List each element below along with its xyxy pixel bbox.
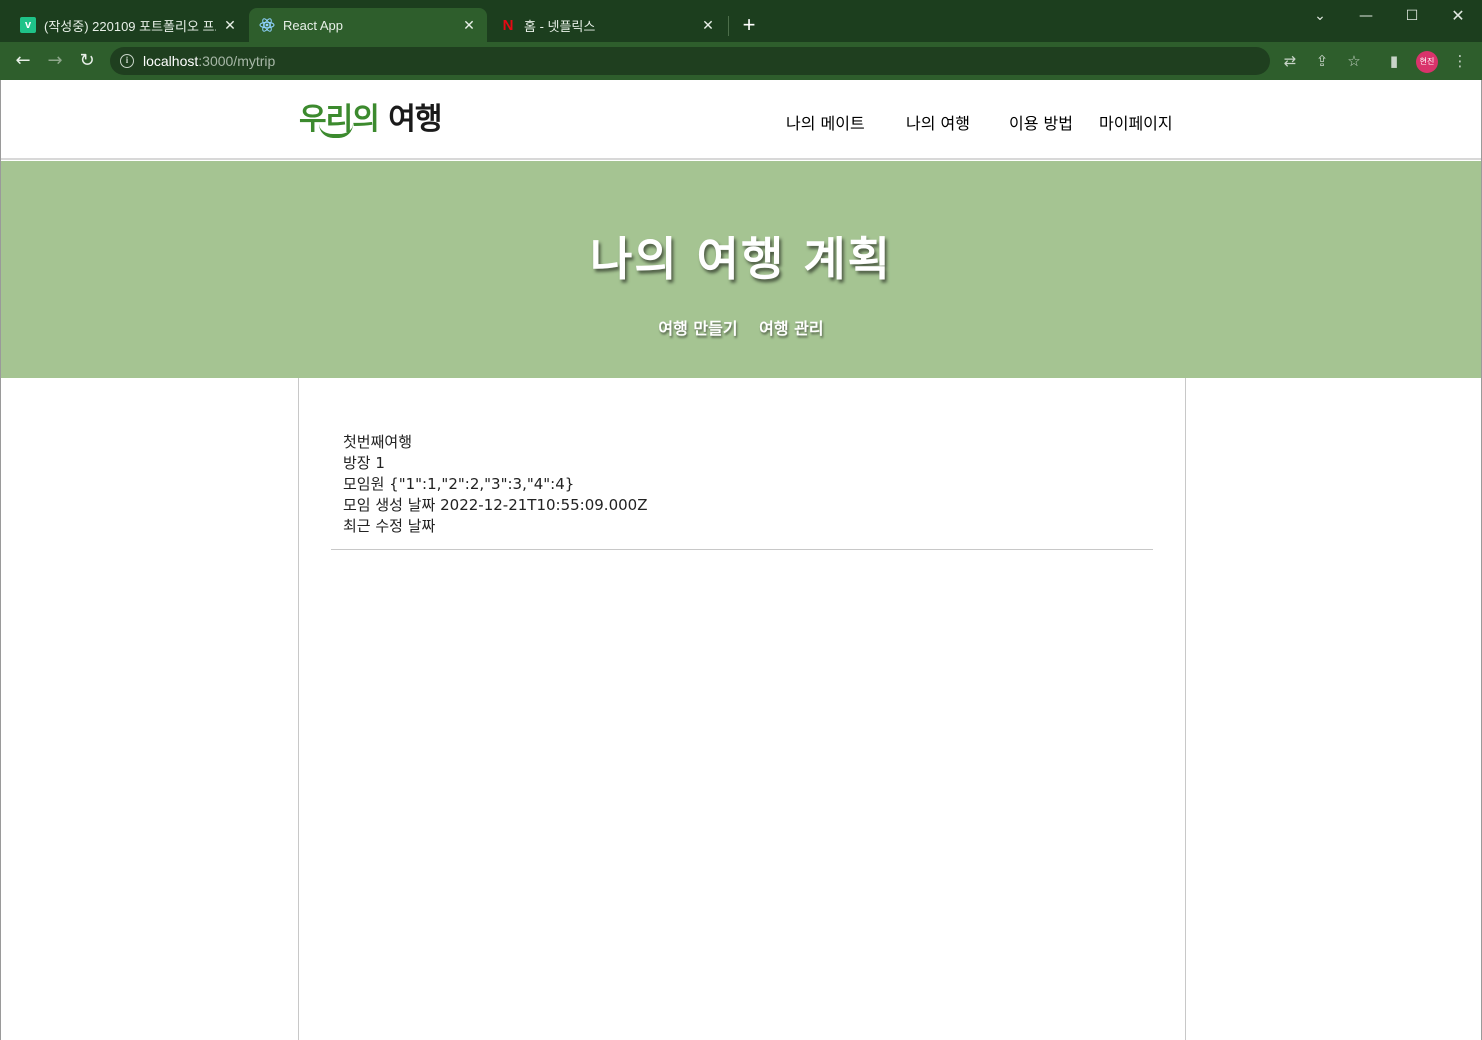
site-info-icon[interactable]: i [120,54,134,68]
site-header: 우리의 여행 나의 메이트 나의 여행 이용 방법 마이페이지 [1,80,1481,160]
url-host: localhost [143,53,199,69]
nav-my-mate[interactable]: 나의 메이트 [786,110,865,134]
url-path: :3000/mytrip [198,53,276,69]
tab-react-app[interactable]: React App ✕ [249,8,487,42]
minimize-button[interactable]: — [1346,4,1386,28]
tab-title: (작성중) 220109 포트폴리오 프로 [44,18,216,34]
translate-icon[interactable]: ⇄ [1280,51,1300,71]
tab-netflix[interactable]: N 홈 - 넷플릭스 ✕ [490,8,726,42]
trip-updated-date: 최근 수정 날짜 [343,517,436,535]
tab-title: 홈 - 넷플릭스 [524,18,596,34]
hero-banner: 나의 여행 계획 여행 만들기 여행 관리 [1,161,1481,378]
trip-created-date: 모임 생성 날짜 2022-12-21T10:55:09.000Z [343,496,648,514]
browser-tab-strip: v (작성중) 220109 포트폴리오 프로 ✕ React App ✕ N … [0,0,1482,42]
bookmark-star-icon[interactable]: ☆ [1344,51,1364,71]
page-title: 나의 여행 계획 [590,232,892,286]
tab-search-chevron-icon[interactable]: ⌄ [1300,4,1340,28]
velog-favicon-icon: v [20,17,36,33]
new-tab-button[interactable]: + [738,14,760,36]
trip-members: 모임원 {"1":1,"2":2,"3":3,"4":4} [343,475,575,493]
close-tab-icon[interactable]: ✕ [222,17,238,33]
nav-how-to-use[interactable]: 이용 방법 [1009,110,1073,134]
tab-title: React App [283,17,343,33]
address-bar[interactable]: i localhost:3000/mytrip [110,47,1270,75]
logo-text-dark: 여행 [378,102,442,137]
react-icon [259,17,275,33]
tab-divider [728,16,729,36]
forward-arrow-icon[interactable]: → [44,50,66,72]
netflix-favicon-icon: N [502,16,514,34]
reload-icon[interactable]: ↻ [76,50,98,72]
trip-name: 첫번째여행 [343,433,413,451]
content-column: 첫번째여행 방장 1 모임원 {"1":1,"2":2,"3":3,"4":4}… [298,378,1186,1040]
trip-leader: 방장 1 [343,454,385,472]
hero-sub-nav: 여행 만들기 여행 관리 [1,315,1481,339]
url-text: localhost:3000/mytrip [143,53,275,69]
nav-my-page[interactable]: 마이페이지 [1099,110,1173,134]
back-arrow-icon[interactable]: ← [12,50,34,72]
side-panel-icon[interactable]: ▮ [1384,51,1404,71]
close-tab-icon[interactable]: ✕ [700,17,716,33]
tab-portfolio[interactable]: v (작성중) 220109 포트폴리오 프로 ✕ [10,8,248,42]
close-window-button[interactable]: ✕ [1438,4,1478,28]
page-viewport: 우리의 여행 나의 메이트 나의 여행 이용 방법 마이페이지 나의 여행 계획… [0,80,1482,1040]
trip-card[interactable]: 첫번째여행 방장 1 모임원 {"1":1,"2":2,"3":3,"4":4}… [331,432,1153,550]
menu-kebab-icon[interactable]: ⋮ [1450,51,1470,71]
manage-trip-link[interactable]: 여행 관리 [759,319,823,338]
maximize-button[interactable]: ☐ [1392,4,1432,28]
profile-avatar[interactable]: 현진 [1416,51,1438,73]
nav-my-trip[interactable]: 나의 여행 [906,110,970,134]
site-logo[interactable]: 우리의 여행 [299,94,442,142]
create-trip-link[interactable]: 여행 만들기 [658,319,737,338]
close-tab-icon[interactable]: ✕ [461,17,477,33]
browser-toolbar: ← → ↻ i localhost:3000/mytrip ⇄ ⇪ ☆ ▮ ⋮ [0,42,1482,80]
share-icon[interactable]: ⇪ [1312,51,1332,71]
